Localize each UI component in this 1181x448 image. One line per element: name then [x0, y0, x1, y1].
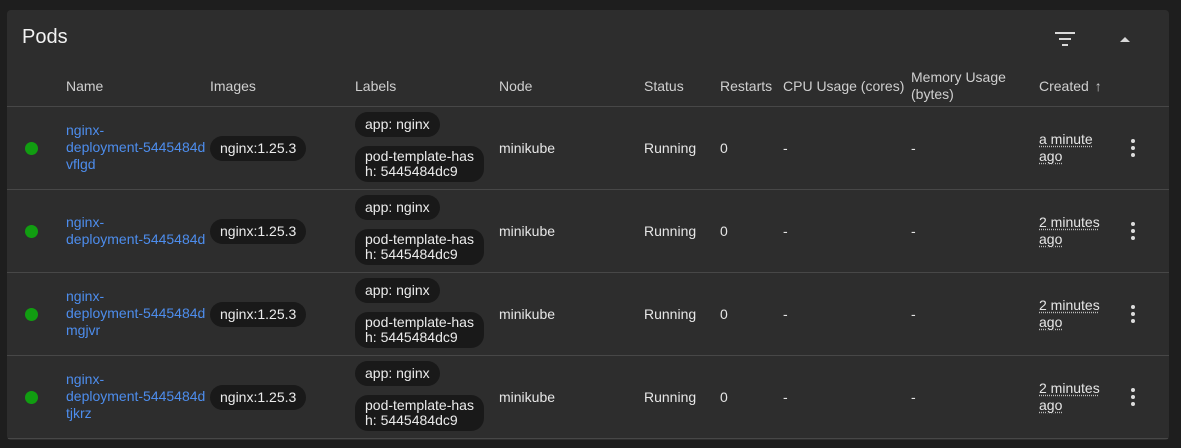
row-actions-button[interactable] [1123, 218, 1143, 244]
column-header-images: Images [210, 78, 256, 94]
column-header-restarts[interactable]: Restarts [720, 78, 772, 95]
label-chip: pod-template-has h: 5445484dc9 [355, 146, 484, 182]
filter-button[interactable] [1049, 23, 1081, 55]
column-header-memory-line1: Memory Usage [911, 69, 1006, 85]
status-dot-icon [25, 225, 38, 238]
created-time-line: ago [1039, 314, 1063, 330]
label-chip-line: pod-template-has [365, 148, 474, 164]
label-chip-line: h: 5445484dc9 [365, 246, 458, 262]
image-chip: nginx:1.25.3 [210, 219, 307, 244]
created-time-line: 2 minutes [1039, 297, 1100, 313]
created-time: 2 minutes ago [1039, 214, 1100, 248]
column-header-created[interactable]: Created ↑ [1039, 78, 1102, 95]
created-time-line: ago [1039, 148, 1063, 164]
image-chip: nginx:1.25.3 [210, 302, 307, 327]
column-header-node[interactable]: Node [499, 78, 532, 95]
status-dot-icon [25, 391, 38, 404]
created-time: 2 minutes ago [1039, 297, 1100, 331]
row-actions-button[interactable] [1123, 301, 1143, 327]
status-text: Running [644, 389, 697, 405]
status-dot-icon [25, 308, 38, 321]
pod-name-link[interactable]: nginx- deployment-5445484d mgjvr [66, 288, 208, 339]
pod-name-line: nginx- [66, 288, 105, 304]
label-chip-line: h: 5445484dc9 [365, 329, 458, 345]
label-chip: pod-template-has h: 5445484dc9 [355, 229, 484, 265]
pod-name-line: deployment-5445484d [66, 305, 206, 321]
column-header-memory[interactable]: Memory Usage (bytes) [911, 69, 1006, 103]
label-chip-line: h: 5445484dc9 [365, 163, 458, 179]
memory-value: - [911, 223, 916, 239]
pod-name-line: deployment-5445484d [66, 231, 206, 247]
pod-name-line: nginx- [66, 122, 105, 138]
node-name: minikube [499, 306, 556, 322]
created-time: 2 minutes ago [1039, 380, 1100, 414]
label-chip: app: nginx [355, 195, 440, 220]
pod-name-line: deployment-5445484d [66, 388, 206, 404]
pod-name-line: deployment-5445484d [66, 139, 206, 155]
created-time-line: 2 minutes [1039, 214, 1100, 230]
label-chip-line: pod-template-has [365, 397, 474, 413]
cpu-value: - [783, 223, 788, 239]
filter-list-icon [1055, 32, 1075, 46]
created-time-line: 2 minutes [1039, 380, 1100, 396]
restarts-value: 0 [720, 389, 728, 405]
status-dot-icon [25, 142, 38, 155]
label-chip: app: nginx [355, 278, 440, 303]
node-name: minikube [499, 140, 556, 156]
restarts-value: 0 [720, 306, 728, 322]
label-chip: app: nginx [355, 112, 440, 137]
image-chip: nginx:1.25.3 [210, 385, 307, 410]
status-text: Running [644, 223, 697, 239]
table-row: nginx- deployment-5445484d mgjvr nginx:1… [7, 273, 1169, 356]
created-time-line: ago [1039, 397, 1063, 413]
pod-name-link[interactable]: nginx- deployment-5445484d vflgd [66, 122, 208, 173]
created-time-line: ago [1039, 231, 1063, 247]
column-header-cpu[interactable]: CPU Usage (cores) [783, 78, 904, 95]
memory-value: - [911, 306, 916, 322]
status-text: Running [644, 306, 697, 322]
pods-card: Pods Name Images Labels Node Status Rest… [7, 10, 1169, 440]
collapse-button[interactable] [1109, 23, 1141, 55]
created-time: a minute ago [1039, 131, 1093, 165]
memory-value: - [911, 389, 916, 405]
node-name: minikube [499, 389, 556, 405]
table-row: nginx- deployment-5445484d nginx:1.25.3 … [7, 190, 1169, 273]
created-time-line: a minute [1039, 131, 1093, 147]
memory-value: - [911, 140, 916, 156]
label-chip-line: h: 5445484dc9 [365, 412, 458, 428]
column-header-labels: Labels [355, 78, 397, 94]
label-chip-line: pod-template-has [365, 231, 474, 247]
row-actions-button[interactable] [1123, 135, 1143, 161]
column-header-name[interactable]: Name [66, 78, 103, 95]
cpu-value: - [783, 389, 788, 405]
card-title: Pods [22, 26, 68, 48]
table-header: Name Images Labels Node Status Restarts … [7, 66, 1169, 107]
pod-name-line: nginx- [66, 371, 105, 387]
pod-name-link[interactable]: nginx- deployment-5445484d [66, 214, 208, 248]
pod-name-link[interactable]: nginx- deployment-5445484d tjkrz [66, 371, 208, 422]
cpu-value: - [783, 306, 788, 322]
status-text: Running [644, 140, 697, 156]
node-name: minikube [499, 223, 556, 239]
label-chip: app: nginx [355, 361, 440, 386]
pod-name-line: nginx- [66, 214, 105, 230]
table-row: nginx- deployment-5445484d vflgd nginx:1… [7, 107, 1169, 190]
column-header-created-label: Created [1039, 78, 1089, 94]
label-chip-line: pod-template-has [365, 314, 474, 330]
arrow-up-icon: ↑ [1094, 78, 1102, 94]
restarts-value: 0 [720, 223, 728, 239]
image-chip: nginx:1.25.3 [210, 136, 307, 161]
row-actions-button[interactable] [1123, 384, 1143, 410]
collapse-arrow-icon [1120, 37, 1130, 42]
restarts-value: 0 [720, 140, 728, 156]
table-row: nginx- deployment-5445484d tjkrz nginx:1… [7, 356, 1169, 439]
column-header-memory-line2: (bytes) [911, 86, 954, 102]
column-header-status[interactable]: Status [644, 78, 684, 95]
label-chip: pod-template-has h: 5445484dc9 [355, 312, 484, 348]
label-chip: pod-template-has h: 5445484dc9 [355, 395, 484, 431]
cpu-value: - [783, 140, 788, 156]
pod-name-line: tjkrz [66, 405, 92, 421]
pod-name-line: mgjvr [66, 322, 101, 338]
pod-name-line: vflgd [66, 156, 96, 172]
